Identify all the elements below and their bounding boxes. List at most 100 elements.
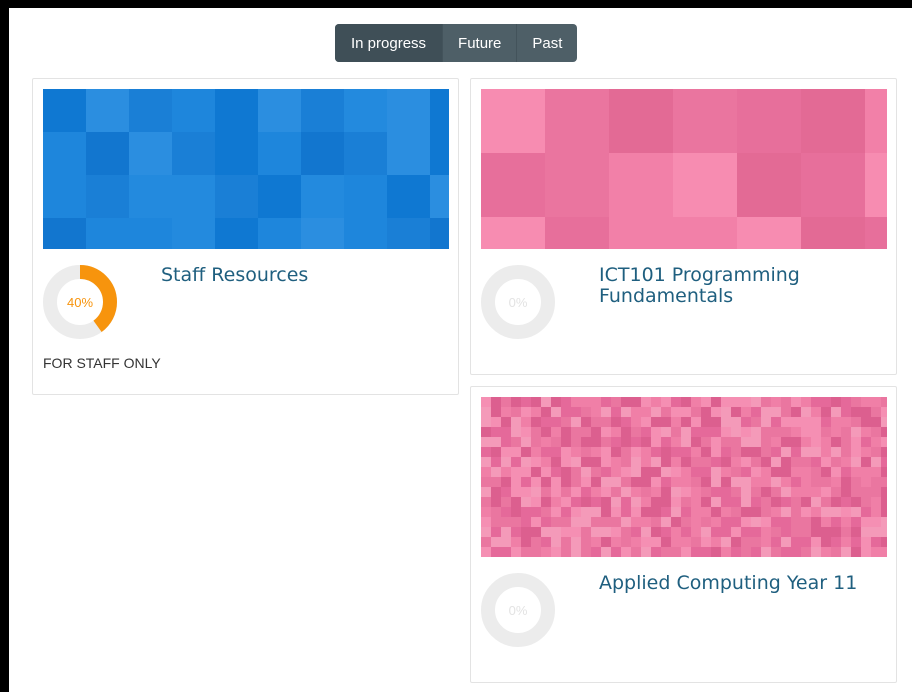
course-image[interactable]	[481, 89, 887, 249]
pattern-tile	[701, 437, 711, 447]
pattern-tile	[571, 537, 581, 547]
pattern-tile	[521, 497, 531, 507]
pattern-tile	[661, 517, 671, 527]
pattern-tile	[831, 517, 841, 527]
pattern-tile	[731, 517, 741, 527]
pattern-tile	[571, 407, 581, 417]
tab-past[interactable]: Past	[516, 24, 577, 62]
course-image[interactable]	[481, 397, 887, 557]
pattern-tile	[651, 547, 661, 557]
pattern-tile	[631, 527, 641, 537]
pattern-tile	[581, 497, 591, 507]
pattern-tile	[551, 397, 561, 407]
pattern-tile	[871, 497, 881, 507]
pattern-tile	[691, 447, 701, 457]
pattern-tile	[611, 467, 621, 477]
course-image[interactable]	[43, 89, 449, 249]
pattern-tile	[851, 457, 861, 467]
pattern-tile	[521, 537, 531, 547]
pattern-tile	[761, 417, 771, 427]
pattern-tile	[541, 547, 551, 557]
pattern-tile	[731, 477, 741, 487]
pattern-tile	[731, 397, 741, 407]
pattern-tile	[861, 427, 871, 437]
pattern-tile	[861, 507, 871, 517]
pattern-tile	[721, 427, 731, 437]
pattern-tile	[861, 497, 871, 507]
pattern-tile	[681, 397, 691, 407]
pattern-tile	[791, 517, 801, 527]
pattern-tile	[831, 427, 841, 437]
pattern-tile	[851, 437, 861, 447]
pattern-tile	[771, 467, 781, 477]
pattern-tile	[791, 417, 801, 427]
pattern-tile	[501, 547, 511, 557]
pattern-tile	[661, 457, 671, 467]
pattern-tile	[531, 457, 541, 467]
pattern-tile	[601, 397, 611, 407]
pattern-tile	[861, 447, 871, 457]
pattern-tile	[751, 447, 761, 457]
pattern-tile	[731, 537, 741, 547]
pattern-tile	[721, 397, 731, 407]
pattern-tile	[621, 507, 631, 517]
pattern-tile	[86, 132, 129, 175]
pattern-tile	[621, 537, 631, 547]
pattern-tile	[711, 397, 721, 407]
pattern-tile	[761, 437, 771, 447]
pattern-tile	[521, 517, 531, 527]
pattern-tile	[831, 537, 841, 547]
pattern-tile	[215, 89, 258, 132]
pattern-tile	[561, 397, 571, 407]
pattern-tile	[172, 218, 215, 249]
pattern-tile	[591, 497, 601, 507]
pattern-tile	[611, 537, 621, 547]
pattern-tile	[571, 517, 581, 527]
tab-future[interactable]: Future	[442, 24, 516, 62]
pattern-tile	[771, 457, 781, 467]
pattern-tile	[731, 467, 741, 477]
pattern-tile	[641, 467, 651, 477]
pattern-tile	[481, 437, 491, 447]
pattern-tile	[641, 487, 651, 497]
pattern-tile	[481, 217, 545, 249]
course-card-ict101[interactable]: 0% ICT101 Programming Fundamentals	[470, 78, 897, 375]
pattern-tile	[791, 527, 801, 537]
pattern-tile	[761, 487, 771, 497]
pattern-tile	[781, 437, 791, 447]
pattern-tile	[172, 132, 215, 175]
pattern-tile	[631, 547, 641, 557]
pattern-tile	[881, 447, 887, 457]
pattern-tile	[611, 457, 621, 467]
pattern-tile	[751, 427, 761, 437]
pattern-tile	[781, 507, 791, 517]
pattern-tile	[771, 397, 781, 407]
pattern-tile	[681, 467, 691, 477]
course-title[interactable]: ICT101 Programming Fundamentals	[599, 265, 884, 307]
pattern-tile	[861, 547, 871, 557]
pattern-tile	[491, 537, 501, 547]
pattern-tile	[545, 217, 609, 249]
pattern-tile	[601, 527, 611, 537]
pattern-tile	[601, 457, 611, 467]
pattern-tile	[871, 467, 881, 477]
pattern-tile	[501, 517, 511, 527]
pattern-tile	[761, 527, 771, 537]
pattern-tile	[661, 417, 671, 427]
course-card-applied-computing[interactable]: 0% Applied Computing Year 11	[470, 386, 897, 683]
pattern-tile	[841, 407, 851, 417]
pattern-tile	[741, 497, 751, 507]
pattern-tile	[851, 547, 861, 557]
pattern-tile	[761, 457, 771, 467]
pattern-tile	[811, 487, 821, 497]
pattern-tile	[601, 427, 611, 437]
pattern-tile	[681, 527, 691, 537]
course-title[interactable]: Applied Computing Year 11	[599, 573, 884, 594]
pattern-tile	[651, 407, 661, 417]
tab-in-progress[interactable]: In progress	[335, 24, 443, 62]
pattern-tile	[641, 457, 651, 467]
course-card-staff-resources[interactable]: 40% Staff Resources FOR STAFF ONLY	[32, 78, 459, 395]
pattern-tile	[751, 437, 761, 447]
pattern-tile	[541, 437, 551, 447]
course-title[interactable]: Staff Resources	[161, 265, 446, 286]
